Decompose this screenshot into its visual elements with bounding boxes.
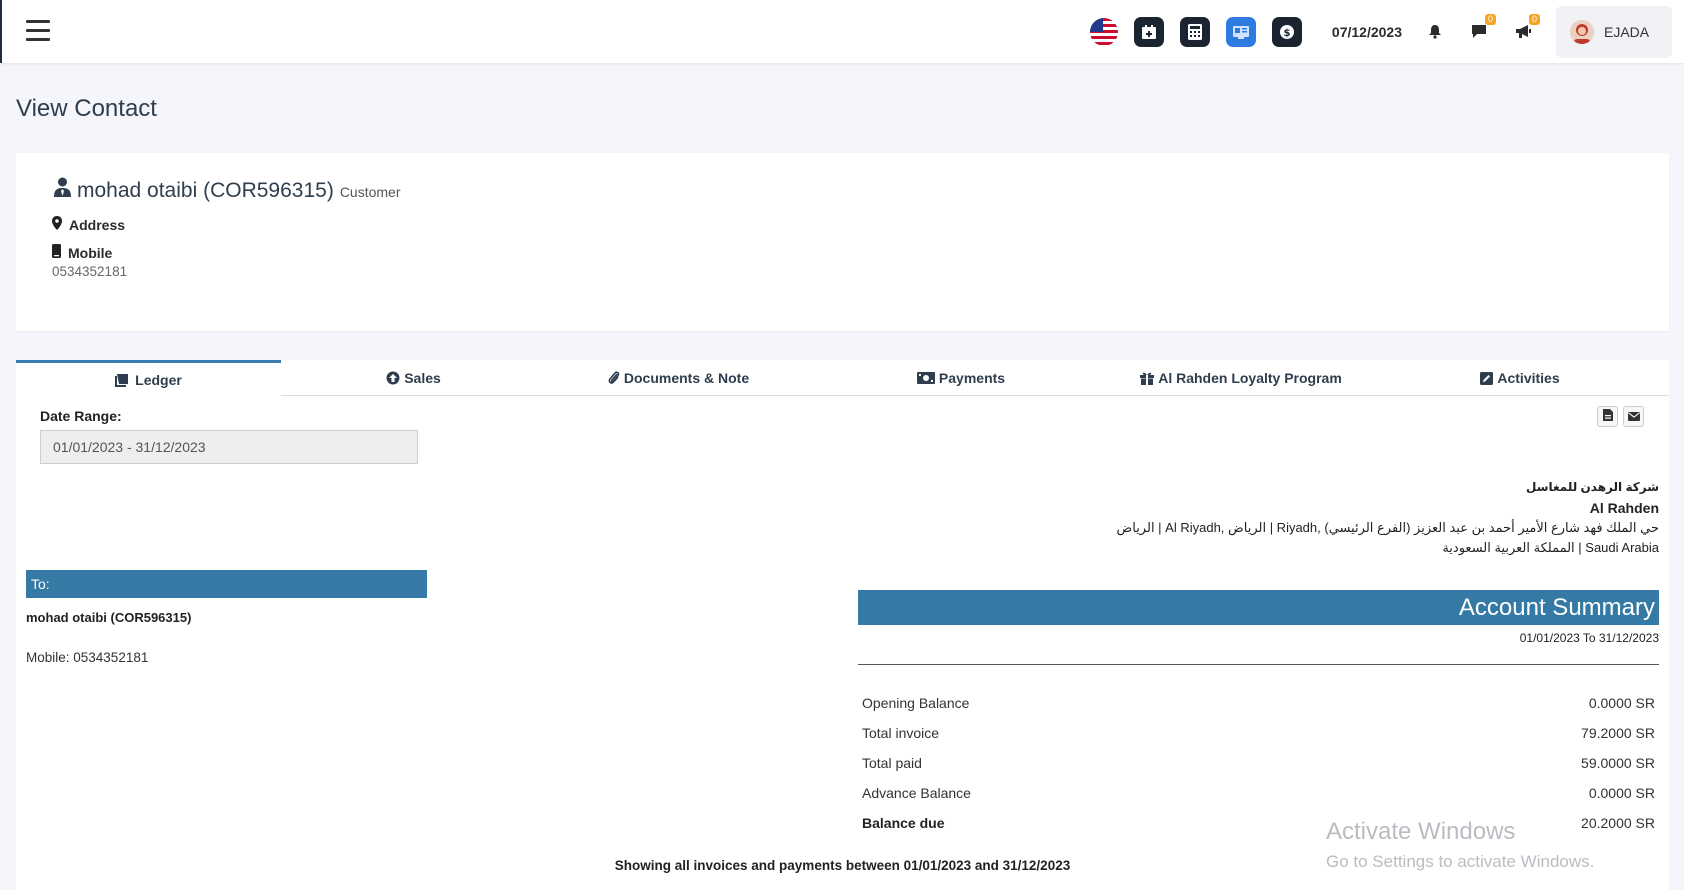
us-flag-icon[interactable]	[1089, 17, 1118, 46]
summary-label: Total invoice	[862, 725, 940, 741]
date-range-input[interactable]	[40, 430, 418, 464]
summary-row-total-invoice: Total invoice 79.2000 SR	[858, 718, 1659, 748]
summary-label: Advance Balance	[862, 785, 971, 801]
company-info: شركة الرهدن للمغاسل Al Rahden الرياض | A…	[1117, 480, 1659, 556]
current-date: 07/12/2023	[1331, 23, 1402, 40]
ledger-panel: Date Range: شركة الرهدن للمغاسل Al Rahde…	[16, 396, 1669, 890]
address-field: Address	[52, 216, 125, 233]
page-title: View Contact	[16, 95, 157, 122]
summary-value: 0.0000 SR	[1588, 695, 1655, 711]
top-navbar: $ 07/12/2023 0 0 EJADA	[0, 0, 1684, 63]
to-contact-mobile: Mobile: 0534352181	[26, 650, 149, 665]
summary-row-opening-balance: Opening Balance 0.0000 SR	[858, 688, 1659, 718]
email-button[interactable]	[1623, 406, 1644, 427]
arrow-circle-up-icon	[386, 371, 400, 385]
contact-type: Customer	[339, 184, 401, 200]
tab-sales-label: Sales	[404, 370, 441, 386]
summary-row-total-paid: Total paid 59.0000 SR	[858, 748, 1659, 778]
tab-sales[interactable]: Sales	[281, 360, 546, 396]
summary-value: 59.0000 SR	[1581, 755, 1655, 771]
contact-tabs: Ledger Sales Documents & Note Payments A…	[16, 360, 1669, 396]
summary-value: 0.0000 SR	[1588, 785, 1655, 801]
account-summary-title: Account Summary	[858, 590, 1659, 625]
gift-icon	[1140, 371, 1155, 385]
paperclip-icon	[608, 371, 620, 385]
tab-payments[interactable]: Payments	[811, 360, 1111, 396]
tab-ledger[interactable]: Ledger	[16, 360, 281, 396]
summary-divider	[858, 664, 1659, 665]
contact-card: mohad otaibi (COR596315) Customer Addres…	[16, 153, 1669, 331]
mobile-field: Mobile	[52, 244, 112, 261]
company-arabic-name: شركة الرهدن للمغاسل	[1525, 480, 1659, 494]
messages-badge: 0	[1485, 13, 1496, 25]
mobile-icon	[52, 244, 61, 261]
ledger-icon	[115, 373, 131, 387]
announcements-badge: 0	[1529, 13, 1540, 25]
comment-icon[interactable]: 0	[1468, 13, 1496, 43]
navbar-icons: $ 07/12/2023 0 0 EJADA	[1089, 0, 1684, 63]
user-menu-button[interactable]: EJADA	[1556, 5, 1672, 58]
account-summary-range: 01/01/2023 To 31/12/2023	[1519, 631, 1659, 645]
company-country: المملكة العربية السعودية | Saudi Arabia	[1442, 540, 1659, 555]
tab-activities-label: Activities	[1497, 370, 1560, 386]
to-header: To:	[26, 570, 427, 598]
showing-range-text: Showing all invoices and payments betwee…	[614, 858, 1071, 873]
company-english-name: Al Rahden	[1589, 500, 1659, 516]
avatar	[1570, 19, 1594, 44]
tab-ledger-label: Ledger	[135, 371, 182, 388]
pdf-button[interactable]	[1597, 406, 1618, 427]
calculator-icon[interactable]	[1179, 16, 1210, 47]
company-address: الرياض | Al Riyadh, الرياض | Riyadh, حي …	[1116, 520, 1659, 535]
summary-value: 20.2000 SR	[1581, 815, 1655, 831]
pos-icon[interactable]	[1225, 16, 1256, 47]
address-label: Address	[69, 216, 126, 233]
tab-documents-note[interactable]: Documents & Note	[546, 360, 811, 396]
tab-payments-label: Payments	[938, 370, 1006, 386]
money-icon	[916, 372, 935, 384]
user-name: EJADA	[1604, 23, 1650, 40]
tab-activities[interactable]: Activities	[1371, 360, 1669, 396]
cash-icon[interactable]: $	[1271, 16, 1302, 47]
summary-row-advance-balance: Advance Balance 0.0000 SR	[858, 778, 1659, 808]
envelope-icon	[1627, 408, 1640, 426]
tab-loyalty-program[interactable]: Al Rahden Loyalty Program	[1111, 360, 1371, 396]
summary-label: Total paid	[862, 755, 922, 771]
contact-name: mohad otaibi (COR596315)	[77, 179, 334, 202]
to-contact-name: mohad otaibi (COR596315)	[26, 610, 192, 625]
calendar-plus-icon[interactable]	[1133, 16, 1164, 47]
tab-documents-label: Documents & Note	[623, 370, 750, 386]
mobile-label: Mobile	[68, 244, 113, 261]
date-range-label: Date Range:	[40, 408, 122, 424]
map-marker-icon	[52, 216, 62, 233]
bell-icon[interactable]	[1424, 21, 1446, 43]
user-tie-icon	[54, 177, 71, 202]
summary-row-balance-due: Balance due 20.2000 SR	[858, 808, 1659, 838]
edit-icon	[1480, 371, 1494, 385]
svg-text:$: $	[1283, 28, 1290, 39]
tab-loyalty-label: Al Rahden Loyalty Program	[1158, 370, 1342, 386]
file-pdf-icon	[1602, 408, 1613, 426]
contact-header: mohad otaibi (COR596315) Customer	[54, 177, 401, 203]
menu-icon[interactable]	[26, 20, 50, 42]
bullhorn-icon[interactable]: 0	[1512, 13, 1540, 43]
summary-value: 79.2000 SR	[1581, 725, 1655, 741]
account-summary-table: Opening Balance 0.0000 SR Total invoice …	[858, 688, 1659, 838]
summary-label: Balance due	[862, 815, 945, 831]
summary-label: Opening Balance	[862, 695, 970, 711]
mobile-value: 0534352181	[52, 264, 128, 279]
